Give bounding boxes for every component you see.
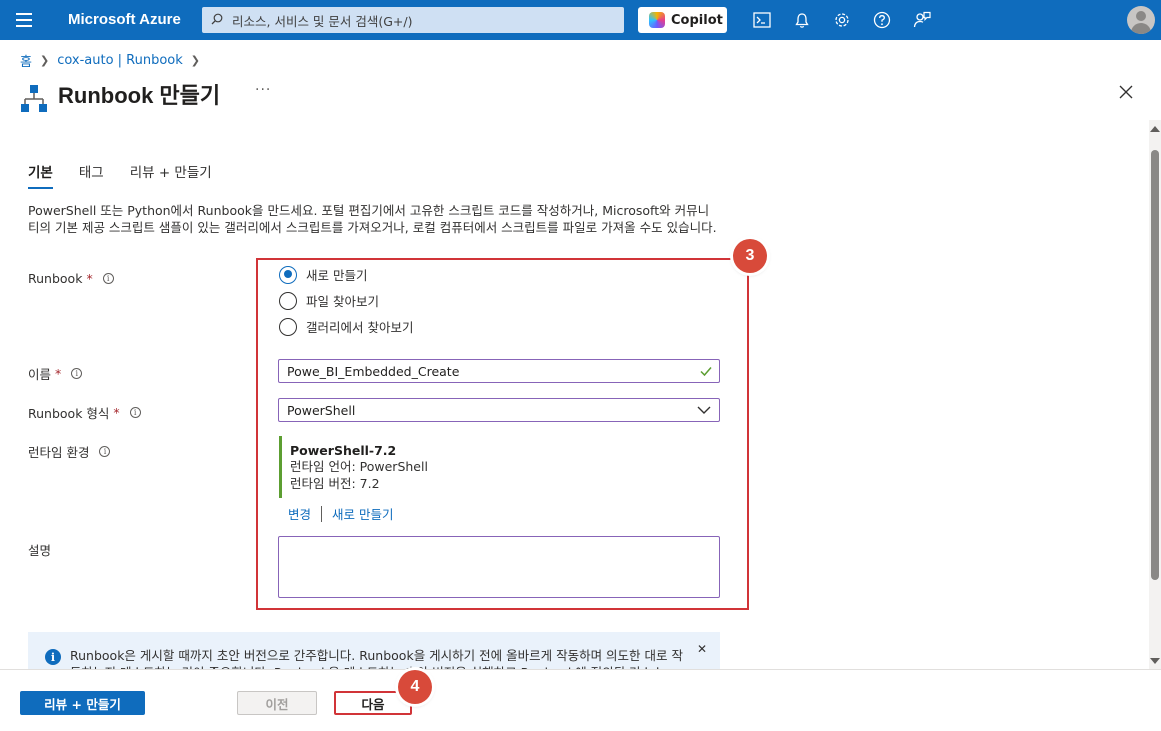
- breadcrumb: 홈 ❯ cox-auto | Runbook ❯: [20, 51, 208, 70]
- hamburger-menu-icon[interactable]: [16, 13, 32, 27]
- runtime-language: 런타임 언어: PowerShell: [290, 459, 428, 474]
- settings-gear-icon[interactable]: [832, 10, 852, 30]
- radio-unselected-icon: [279, 291, 297, 310]
- runtime-version: 런타임 버전: 7.2: [290, 476, 380, 491]
- breadcrumb-home[interactable]: 홈: [20, 51, 32, 70]
- info-filled-icon: i: [45, 649, 61, 665]
- runtime-links: 변경 새로 만들기: [288, 504, 394, 523]
- runtime-environment-card: PowerShell-7.2 런타임 언어: PowerShell 런타임 버전…: [279, 436, 479, 498]
- checkmark-valid-icon: [700, 367, 712, 377]
- link-divider: [321, 505, 323, 522]
- scroll-up-arrow-icon[interactable]: [1150, 126, 1160, 132]
- description-textarea[interactable]: [278, 536, 720, 598]
- help-question-icon[interactable]: [872, 10, 892, 30]
- global-search-input[interactable]: 리소스, 서비스 및 문서 검색(G+/): [202, 7, 624, 33]
- runbook-label-text: Runbook: [28, 271, 83, 286]
- copilot-label: Copilot: [671, 12, 723, 28]
- page-title: Runbook 만들기: [58, 83, 221, 108]
- notifications-bell-icon[interactable]: [792, 10, 812, 30]
- tab-basics[interactable]: 기본: [28, 161, 53, 189]
- wizard-footer: 리뷰 + 만들기 이전 다음: [0, 669, 1161, 731]
- radio-create-new[interactable]: 새로 만들기: [279, 265, 367, 284]
- copilot-button[interactable]: Copilot: [638, 7, 727, 33]
- name-input[interactable]: Powe_BI_Embedded_Create: [278, 359, 720, 383]
- runtime-environment-label: 런타임 환경 i: [28, 442, 111, 461]
- search-placeholder: 리소스, 서비스 및 문서 검색(G+/): [232, 13, 413, 29]
- chevron-right-icon: ❯: [39, 54, 50, 67]
- info-icon[interactable]: i: [71, 368, 83, 379]
- radio-browse-gallery-label: 갤러리에서 찾아보기: [306, 320, 414, 335]
- runbook-icon: [21, 85, 47, 112]
- runbook-type-label-text: Runbook 형식: [28, 406, 110, 421]
- required-mark: *: [113, 405, 120, 420]
- feedback-icon[interactable]: [912, 10, 932, 30]
- create-runtime-link[interactable]: 새로 만들기: [332, 504, 393, 523]
- info-icon[interactable]: i: [99, 446, 111, 457]
- search-icon: [211, 13, 223, 25]
- scrollbar-thumb[interactable]: [1151, 150, 1159, 580]
- description-label: 설명: [28, 540, 51, 559]
- name-label: 이름 * i: [28, 364, 83, 383]
- dismiss-info-close-icon[interactable]: ✕: [697, 642, 707, 656]
- radio-selected-icon: [279, 265, 297, 284]
- chevron-right-icon: ❯: [190, 54, 201, 67]
- user-avatar[interactable]: [1127, 6, 1155, 34]
- runtime-name: PowerShell-7.2: [290, 443, 397, 458]
- runbook-type-select[interactable]: PowerShell: [278, 398, 720, 422]
- description-label-text: 설명: [28, 543, 52, 558]
- close-icon[interactable]: [1118, 84, 1134, 100]
- info-icon[interactable]: i: [102, 273, 114, 284]
- tab-review-create[interactable]: 리뷰 + 만들기: [130, 161, 212, 189]
- step-badge-3: 3: [733, 239, 767, 273]
- wizard-tabs: 기본 태그 리뷰 + 만들기: [28, 161, 212, 189]
- breadcrumb-cox-auto-runbook[interactable]: cox-auto | Runbook: [57, 53, 183, 68]
- change-runtime-link[interactable]: 변경: [288, 504, 311, 523]
- required-mark: *: [55, 366, 62, 381]
- runbook-label: Runbook * i: [28, 271, 114, 286]
- radio-browse-gallery[interactable]: 갤러리에서 찾아보기: [279, 317, 413, 336]
- runbook-type-selected-value: PowerShell: [287, 402, 356, 418]
- top-navigation-bar: Microsoft Azure 리소스, 서비스 및 문서 검색(G+/) Co…: [0, 0, 1161, 40]
- step-badge-4: 4: [398, 670, 432, 704]
- radio-browse-file-label: 파일 찾아보기: [306, 294, 379, 309]
- info-icon[interactable]: i: [129, 407, 141, 418]
- runtime-environment-label-text: 런타임 환경: [28, 445, 90, 460]
- chevron-down-icon: [697, 406, 711, 414]
- azure-brand[interactable]: Microsoft Azure: [68, 11, 181, 28]
- review-create-button[interactable]: 리뷰 + 만들기: [20, 691, 145, 715]
- runbook-type-label: Runbook 형식 * i: [28, 403, 141, 422]
- more-options-icon[interactable]: ···: [255, 82, 271, 98]
- copilot-icon: [649, 12, 665, 28]
- previous-button[interactable]: 이전: [237, 691, 317, 715]
- scroll-down-arrow-icon[interactable]: [1150, 658, 1160, 664]
- cloud-shell-icon[interactable]: [752, 10, 772, 30]
- name-label-text: 이름: [28, 367, 52, 382]
- required-mark: *: [86, 271, 93, 286]
- info-message-bar: i Runbook은 게시할 때까지 초안 버전으로 간주합니다. Runboo…: [28, 632, 720, 672]
- radio-browse-file[interactable]: 파일 찾아보기: [279, 291, 379, 310]
- name-input-value: Powe_BI_Embedded_Create: [287, 363, 460, 379]
- tab-tags[interactable]: 태그: [79, 161, 104, 189]
- radio-create-new-label: 새로 만들기: [306, 268, 368, 283]
- page-description: PowerShell 또는 Python에서 Runbook을 만드세요. 포털…: [28, 203, 717, 235]
- radio-unselected-icon: [279, 317, 297, 336]
